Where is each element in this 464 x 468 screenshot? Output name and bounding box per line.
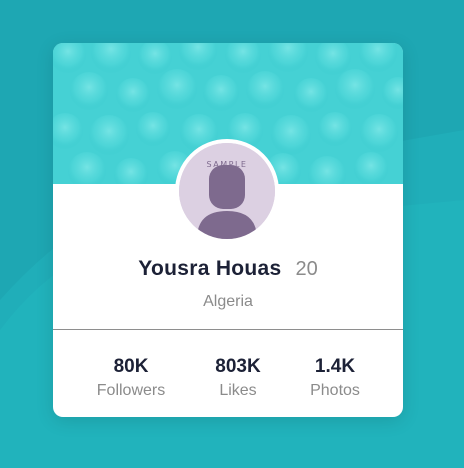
stat-label: Followers [96,382,166,399]
stat-label: Photos [310,382,360,399]
stat-likes[interactable]: 803K Likes [188,356,288,401]
name-row: Yousra Houas 20 [53,257,403,281]
profile-card: SAMPLE Yousra Houas 20 Algeria 80K Follow… [53,43,403,417]
stat-followers[interactable]: 80K Followers [81,356,181,401]
avatar[interactable]: SAMPLE [175,139,279,243]
profile-age: 20 [295,258,318,280]
profile-name: Yousra Houas [138,257,282,280]
stat-value: 803K [215,356,261,377]
stat-photos[interactable]: 1.4K Photos [285,356,385,401]
stat-value: 1.4K [314,356,356,377]
person-silhouette-icon: SAMPLE [179,143,275,239]
stat-label: Likes [219,382,257,399]
stat-value: 80K [113,356,149,377]
divider [53,329,403,330]
profile-country: Algeria [203,293,253,310]
